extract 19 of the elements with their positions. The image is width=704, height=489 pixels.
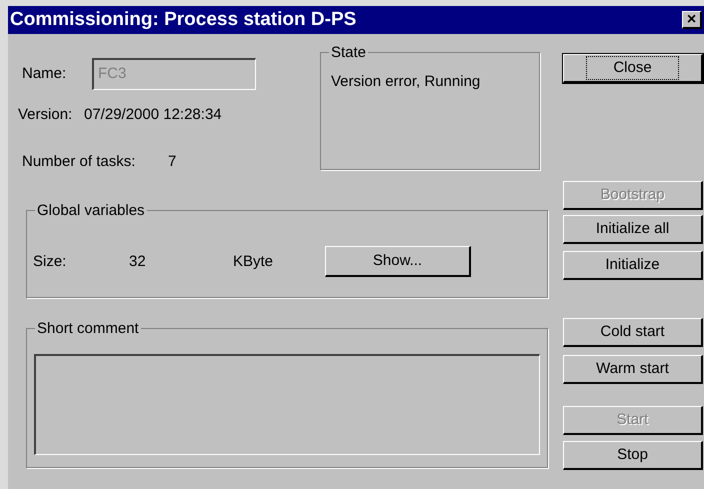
tasks-label: Number of tasks:	[22, 152, 136, 172]
command-button[interactable]: Close	[563, 54, 703, 83]
tasks-value: 7	[168, 152, 176, 172]
command-button[interactable]: Cold start	[563, 318, 703, 347]
comment-field[interactable]	[34, 354, 540, 455]
command-button[interactable]: Warm start	[563, 355, 703, 384]
version-label: Version:	[18, 105, 74, 125]
state-text: Version error, Running	[331, 72, 480, 92]
command-button[interactable]: Initialize all	[563, 215, 703, 244]
command-button[interactable]: Initialize	[563, 251, 703, 280]
size-value: 32	[129, 252, 147, 272]
size-label: Size:	[33, 252, 68, 272]
window-title: Commissioning: Process station D-PS	[10, 8, 356, 32]
command-button[interactable]: Stop	[563, 441, 703, 470]
name-label: Name:	[22, 64, 68, 84]
size-unit: KByte	[233, 252, 274, 272]
show-button[interactable]: Show...	[325, 246, 471, 277]
close-button[interactable]: ×	[682, 11, 702, 29]
version-value: 07/29/2000 12:28:34	[84, 105, 222, 125]
